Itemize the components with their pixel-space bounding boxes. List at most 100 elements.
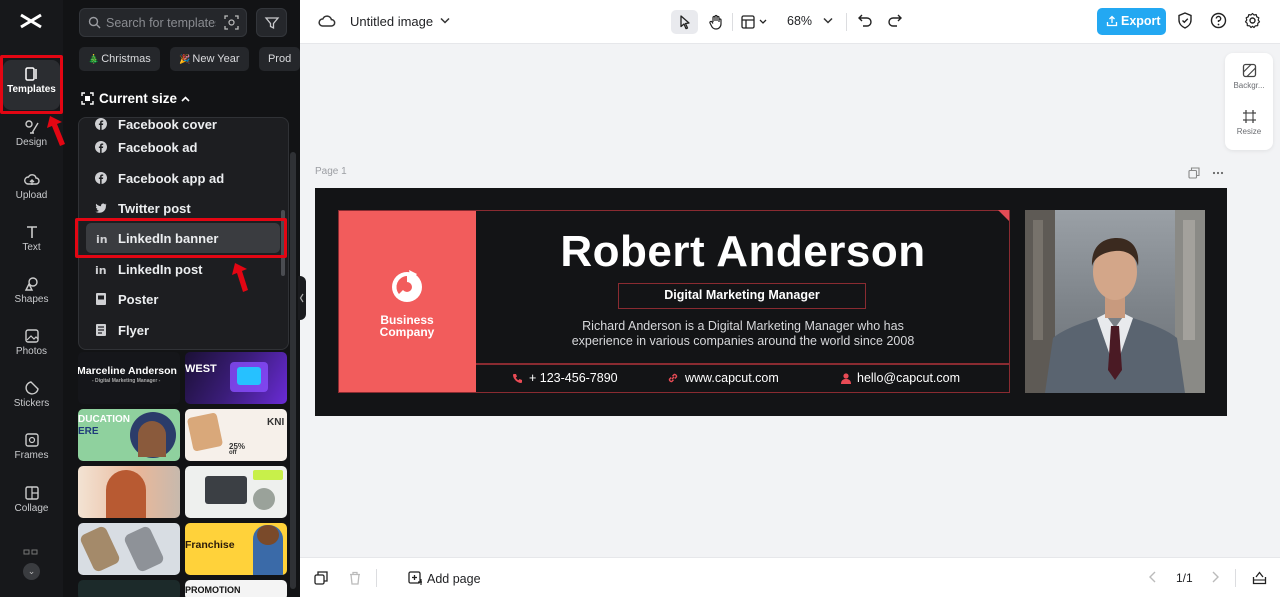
collage-icon: [24, 486, 39, 500]
filter-icon: [264, 17, 280, 30]
template-thumb-4[interactable]: KNI 25% off: [185, 409, 287, 461]
size-option-facebook-ad[interactable]: Facebook ad: [79, 132, 279, 162]
add-page-button[interactable]: Add page: [408, 571, 481, 586]
expand-down-icon[interactable]: ⌄: [23, 563, 40, 580]
zoom-level[interactable]: 68%: [787, 14, 812, 28]
contact-phone: + 123-456-7890: [512, 371, 618, 385]
collapse-panel-handle[interactable]: [298, 276, 306, 320]
template-thumb-7[interactable]: [78, 523, 180, 575]
highlight-templates: [0, 55, 63, 114]
template-thumb-1[interactable]: Marceline Anderson - Digital Marketing M…: [78, 352, 180, 404]
filter-button[interactable]: [256, 8, 287, 37]
poster-icon: [96, 293, 106, 305]
right-tools-panel: Backgr... Resize: [1225, 53, 1273, 150]
sidebar-item-collage[interactable]: Collage: [3, 479, 60, 529]
template-thumb-3[interactable]: DUCATION ERE: [78, 409, 180, 461]
sidebar-item-shapes[interactable]: Shapes: [3, 270, 60, 320]
redo-icon[interactable]: [887, 12, 903, 28]
sidebar-item-label: Photos: [15, 346, 48, 357]
pointer-icon: [679, 15, 690, 30]
current-size-toggle[interactable]: Current size: [81, 91, 190, 106]
template-thumb-6[interactable]: [185, 466, 287, 518]
export-button[interactable]: Export: [1097, 8, 1166, 35]
layers-icon[interactable]: [1252, 571, 1267, 585]
search-box[interactable]: Search for templates: [79, 8, 247, 37]
search-icon: [88, 16, 101, 29]
more-options-icon[interactable]: [1212, 167, 1224, 179]
background-tool[interactable]: Backgr...: [1225, 63, 1273, 90]
top-bar: Untitled image 68% Export: [300, 0, 1280, 44]
svg-text:in: in: [95, 264, 107, 275]
capcut-logo[interactable]: [18, 10, 44, 32]
template-thumb-5[interactable]: [78, 466, 180, 518]
resize-frame-icon: [81, 92, 94, 105]
category-chips: 🎄 Christmas 🎉 New Year Prod: [79, 47, 300, 71]
sidebar-item-text[interactable]: Text: [3, 218, 60, 268]
background-icon: [1242, 63, 1256, 78]
document-title[interactable]: Untitled image: [350, 14, 433, 29]
add-page-icon: [408, 571, 422, 585]
sidebar-item-frames[interactable]: Frames: [3, 426, 60, 476]
twitter-icon: [95, 203, 107, 213]
undo-icon[interactable]: [857, 12, 873, 28]
image-search-icon[interactable]: [224, 15, 239, 30]
template-thumb-9[interactable]: [78, 580, 180, 597]
resize-icon: [1242, 110, 1256, 123]
user-icon: [841, 373, 851, 384]
trash-icon[interactable]: [348, 571, 362, 585]
chip-new-year[interactable]: 🎉 New Year: [170, 47, 249, 71]
help-icon[interactable]: [1210, 12, 1227, 29]
businessman-photo: [1025, 210, 1205, 393]
chip-products[interactable]: Prod: [258, 47, 300, 71]
upload-icon: [23, 174, 40, 185]
arrow-pointer-annotation: [232, 263, 248, 292]
chip-christmas[interactable]: 🎄 Christmas: [79, 47, 160, 71]
sidebar-item-label: Collage: [14, 503, 49, 514]
chevron-up-icon: [181, 96, 190, 102]
contact-email: hello@capcut.com: [841, 371, 960, 385]
export-icon: [1106, 15, 1118, 27]
select-tool-button[interactable]: [671, 10, 698, 34]
highlight-linkedin-banner: [75, 218, 287, 258]
link-icon: [668, 373, 678, 383]
duplicate-page-icon[interactable]: [1188, 167, 1200, 179]
template-thumb-2[interactable]: WEST: [185, 352, 287, 404]
frames-icon: [24, 433, 39, 447]
contact-website: www.capcut.com: [667, 371, 779, 385]
cloud-sync-icon[interactable]: [318, 13, 336, 29]
template-thumb-10[interactable]: PROMOTION: [185, 580, 287, 597]
phone-icon: [513, 374, 522, 383]
flyer-icon: [96, 324, 106, 336]
duplicate-icon[interactable]: [314, 571, 328, 585]
sidebar-item-label: Design: [15, 137, 48, 148]
layout-tool-button[interactable]: [737, 10, 771, 34]
chevron-right-icon[interactable]: [1210, 571, 1220, 583]
shield-icon[interactable]: [1177, 12, 1193, 29]
chevron-left-icon: [299, 293, 304, 303]
resize-tool[interactable]: Resize: [1225, 109, 1273, 136]
page-label: Page 1: [315, 166, 347, 177]
sidebar-item-stickers[interactable]: Stickers: [3, 374, 60, 424]
profile-photo: [1025, 210, 1205, 393]
facebook-icon: [95, 118, 107, 130]
hand-tool-button[interactable]: [704, 10, 728, 34]
chevron-down-icon[interactable]: [823, 17, 833, 24]
chevron-down-icon[interactable]: [440, 17, 450, 24]
photos-icon: [24, 329, 39, 343]
size-option-flyer[interactable]: Flyer: [79, 315, 279, 345]
sidebar-item-photos[interactable]: Photos: [3, 322, 60, 372]
stickers-icon: [24, 381, 39, 395]
linkedin-banner-canvas[interactable]: Business Company Robert Anderson Digital…: [315, 188, 1227, 416]
size-option-facebook-app-ad[interactable]: Facebook app ad: [79, 163, 279, 193]
sidebar-item-label: Frames: [14, 450, 49, 461]
gear-icon[interactable]: [1244, 12, 1261, 29]
facebook-icon: [95, 172, 107, 184]
chevron-left-icon[interactable]: [1148, 571, 1158, 583]
linkedin-icon: in: [95, 264, 107, 275]
panel-scrollbar[interactable]: [290, 152, 296, 589]
arrow-pointer-annotation: [47, 116, 65, 146]
sidebar-item-label: Upload: [15, 190, 48, 201]
search-input[interactable]: Search for templates: [106, 16, 216, 30]
sidebar-item-upload[interactable]: Upload: [3, 166, 60, 216]
template-thumb-8[interactable]: Franchise: [185, 523, 287, 575]
